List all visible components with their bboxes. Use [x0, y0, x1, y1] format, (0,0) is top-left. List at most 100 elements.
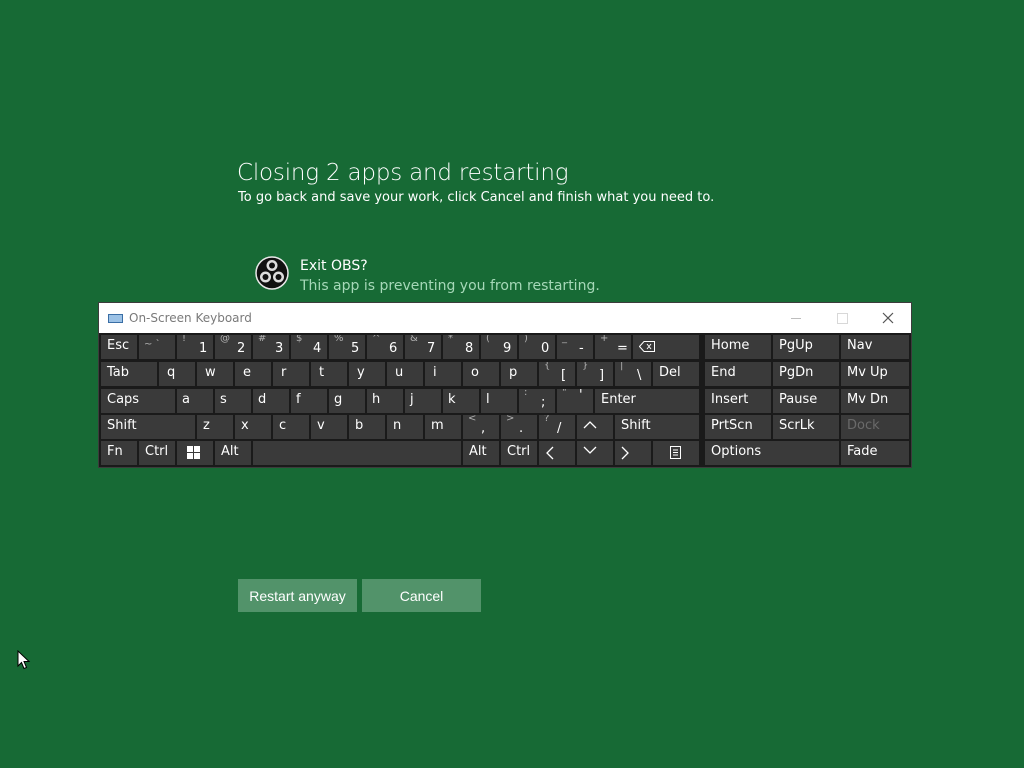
key-backslash[interactable]: | \: [615, 362, 651, 386]
key-space[interactable]: [253, 441, 461, 465]
key-6[interactable]: ^ 6: [367, 335, 403, 359]
mouse-cursor-icon: [17, 650, 31, 670]
key-9[interactable]: (9: [481, 335, 517, 359]
chevron-down-icon: [583, 446, 597, 454]
key-fn[interactable]: Fn: [101, 441, 137, 465]
key-pgup[interactable]: PgUp: [773, 335, 839, 359]
key-ctrl-right[interactable]: Ctrl: [501, 441, 537, 465]
key-a[interactable]: a: [177, 389, 213, 413]
key-semicolon[interactable]: :;: [519, 389, 555, 413]
key-equals[interactable]: + =: [595, 335, 631, 359]
key-b[interactable]: b: [349, 415, 385, 439]
key-home[interactable]: Home: [705, 335, 771, 359]
maximize-button[interactable]: [819, 303, 865, 333]
key-insert[interactable]: Insert: [705, 389, 771, 413]
key-arrow-right[interactable]: [615, 441, 651, 465]
key-arrow-up[interactable]: [577, 415, 613, 439]
key-r[interactable]: r: [273, 362, 309, 386]
chevron-right-icon: [621, 446, 629, 460]
key-alt-right[interactable]: Alt: [463, 441, 499, 465]
key-ctrl-left[interactable]: Ctrl: [139, 441, 175, 465]
key-4[interactable]: $4: [291, 335, 327, 359]
key-mv-up[interactable]: Mv Up: [841, 362, 909, 386]
key-1[interactable]: ! 1: [177, 335, 213, 359]
key-end[interactable]: End: [705, 362, 771, 386]
key-q[interactable]: q: [159, 362, 195, 386]
key-v[interactable]: v: [311, 415, 347, 439]
windows-icon: [187, 446, 200, 459]
app-name: Exit OBS?: [300, 258, 368, 274]
key-fade[interactable]: Fade: [841, 441, 909, 465]
key-3[interactable]: #3: [253, 335, 289, 359]
key-k[interactable]: k: [443, 389, 479, 413]
key-backspace[interactable]: [633, 335, 699, 359]
restart-anyway-button[interactable]: Restart anyway: [238, 579, 357, 612]
key-options[interactable]: Options: [705, 441, 839, 465]
cancel-button[interactable]: Cancel: [362, 579, 481, 612]
key-left-bracket[interactable]: {[: [539, 362, 575, 386]
key-del[interactable]: Del: [653, 362, 699, 386]
key-windows[interactable]: [177, 441, 213, 465]
minimize-button[interactable]: [773, 303, 819, 333]
key-p[interactable]: p: [501, 362, 537, 386]
key-mv-dn[interactable]: Mv Dn: [841, 389, 909, 413]
blocking-app-item: Exit OBS? This app is preventing you fro…: [255, 256, 600, 294]
key-7[interactable]: & 7: [405, 335, 441, 359]
key-n[interactable]: n: [387, 415, 423, 439]
key-prtscn[interactable]: PrtScn: [705, 415, 771, 439]
backspace-icon: [638, 341, 655, 352]
key-arrow-left[interactable]: [539, 441, 575, 465]
key-tab[interactable]: Tab: [101, 362, 157, 386]
key-period[interactable]: >.: [501, 415, 537, 439]
key-comma[interactable]: <,: [463, 415, 499, 439]
key-g[interactable]: g: [329, 389, 365, 413]
key-f[interactable]: f: [291, 389, 327, 413]
key-l[interactable]: l: [481, 389, 517, 413]
key-pgdn[interactable]: PgDn: [773, 362, 839, 386]
key-t[interactable]: t: [311, 362, 347, 386]
key-nav[interactable]: Nav: [841, 335, 909, 359]
key-m[interactable]: m: [425, 415, 461, 439]
key-esc[interactable]: Esc: [101, 335, 137, 359]
close-button[interactable]: [865, 303, 911, 333]
keyboard-icon: [108, 313, 123, 323]
key-2[interactable]: @2: [215, 335, 251, 359]
key-i[interactable]: i: [425, 362, 461, 386]
key-o[interactable]: o: [463, 362, 499, 386]
key-j[interactable]: j: [405, 389, 441, 413]
key-s[interactable]: s: [215, 389, 251, 413]
key-shift-right[interactable]: Shift: [615, 415, 699, 439]
key-h[interactable]: h: [367, 389, 403, 413]
page-title: Closing 2 apps and restarting: [237, 160, 569, 186]
key-shift-left[interactable]: Shift: [101, 415, 195, 439]
key-z[interactable]: z: [197, 415, 233, 439]
key-w[interactable]: w: [197, 362, 233, 386]
key-enter[interactable]: Enter: [595, 389, 699, 413]
key-right-bracket[interactable]: }]: [577, 362, 613, 386]
key-0[interactable]: ) 0: [519, 335, 555, 359]
key-y[interactable]: y: [349, 362, 385, 386]
key-caps[interactable]: Caps: [101, 389, 175, 413]
key-8[interactable]: * 8: [443, 335, 479, 359]
key-pause[interactable]: Pause: [773, 389, 839, 413]
key-dock[interactable]: Dock: [841, 415, 909, 439]
key-e[interactable]: e: [235, 362, 271, 386]
key-tilde[interactable]: ~ `: [139, 335, 175, 359]
key-alt-left[interactable]: Alt: [215, 441, 251, 465]
key-minus[interactable]: _ -: [557, 335, 593, 359]
key-scrlk[interactable]: ScrLk: [773, 415, 839, 439]
key-5[interactable]: % 5: [329, 335, 365, 359]
key-d[interactable]: d: [253, 389, 289, 413]
key-u[interactable]: u: [387, 362, 423, 386]
app-description: This app is preventing you from restarti…: [300, 278, 600, 294]
key-slash[interactable]: ? /: [539, 415, 575, 439]
obs-icon: [255, 256, 289, 290]
key-x[interactable]: x: [235, 415, 271, 439]
minimize-icon: [791, 317, 801, 319]
key-c[interactable]: c: [273, 415, 309, 439]
key-quote[interactable]: " ': [557, 389, 593, 413]
key-arrow-down[interactable]: [577, 441, 613, 465]
osk-title-bar[interactable]: On-Screen Keyboard: [99, 303, 911, 333]
maximize-icon: [836, 312, 848, 324]
key-menu[interactable]: [653, 441, 699, 465]
